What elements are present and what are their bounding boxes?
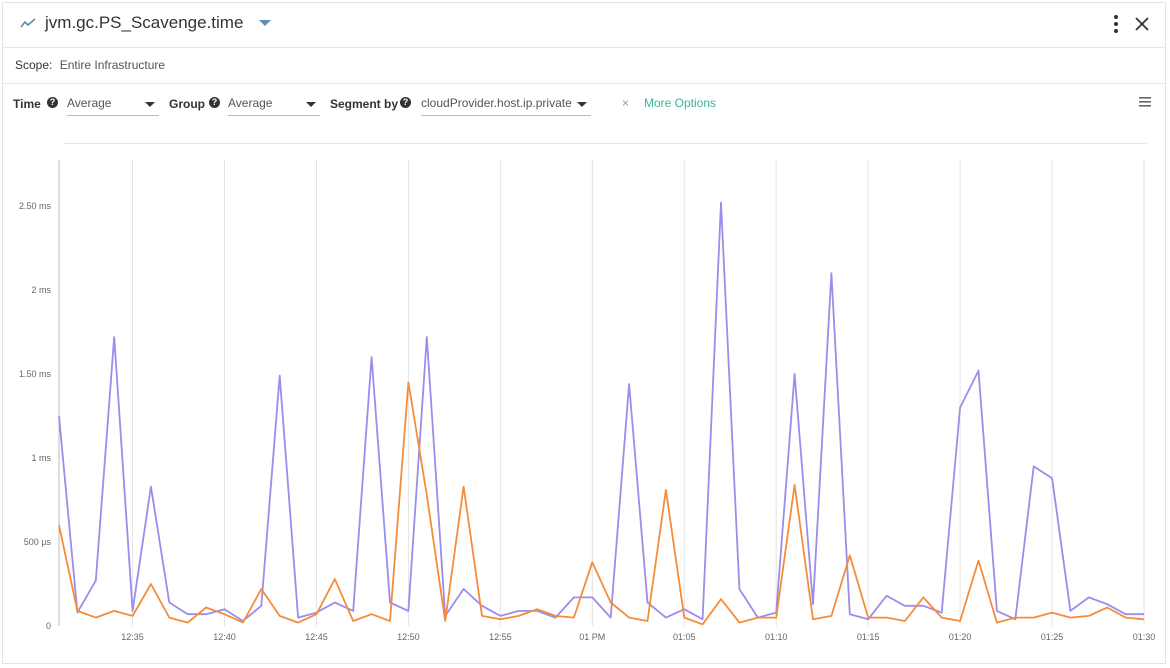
series-line-2: [58, 381, 1145, 626]
y-tick-label: 500 µs: [24, 537, 52, 547]
x-tick-label: 01:25: [1041, 632, 1064, 642]
y-tick-label: 0: [46, 621, 51, 631]
x-tick-label: 01:30: [1133, 632, 1156, 642]
series-line-1: [58, 201, 1144, 622]
x-tick-label: 12:45: [305, 632, 328, 642]
y-tick-label: 1.50 ms: [19, 369, 52, 379]
y-tick-label: 1 ms: [31, 453, 51, 463]
x-tick-label: 12:40: [213, 632, 236, 642]
line-chart: 12:35 12:40 12:45 12:50 12:55 01 PM 01:05 01:10…: [19, 160, 1156, 642]
x-tick-label: 01 PM: [579, 632, 605, 642]
x-tick-label: 01:10: [765, 632, 788, 642]
x-tick-label: 12:55: [489, 632, 512, 642]
x-tick-label: 01:15: [857, 632, 880, 642]
x-tick-label: 01:20: [949, 632, 972, 642]
x-tick-label: 01:05: [673, 632, 696, 642]
x-tick-label: 12:35: [121, 632, 144, 642]
y-tick-label: 2 ms: [31, 285, 51, 295]
x-tick-label: 12:50: [397, 632, 420, 642]
y-tick-label: 2.50 ms: [19, 201, 52, 211]
